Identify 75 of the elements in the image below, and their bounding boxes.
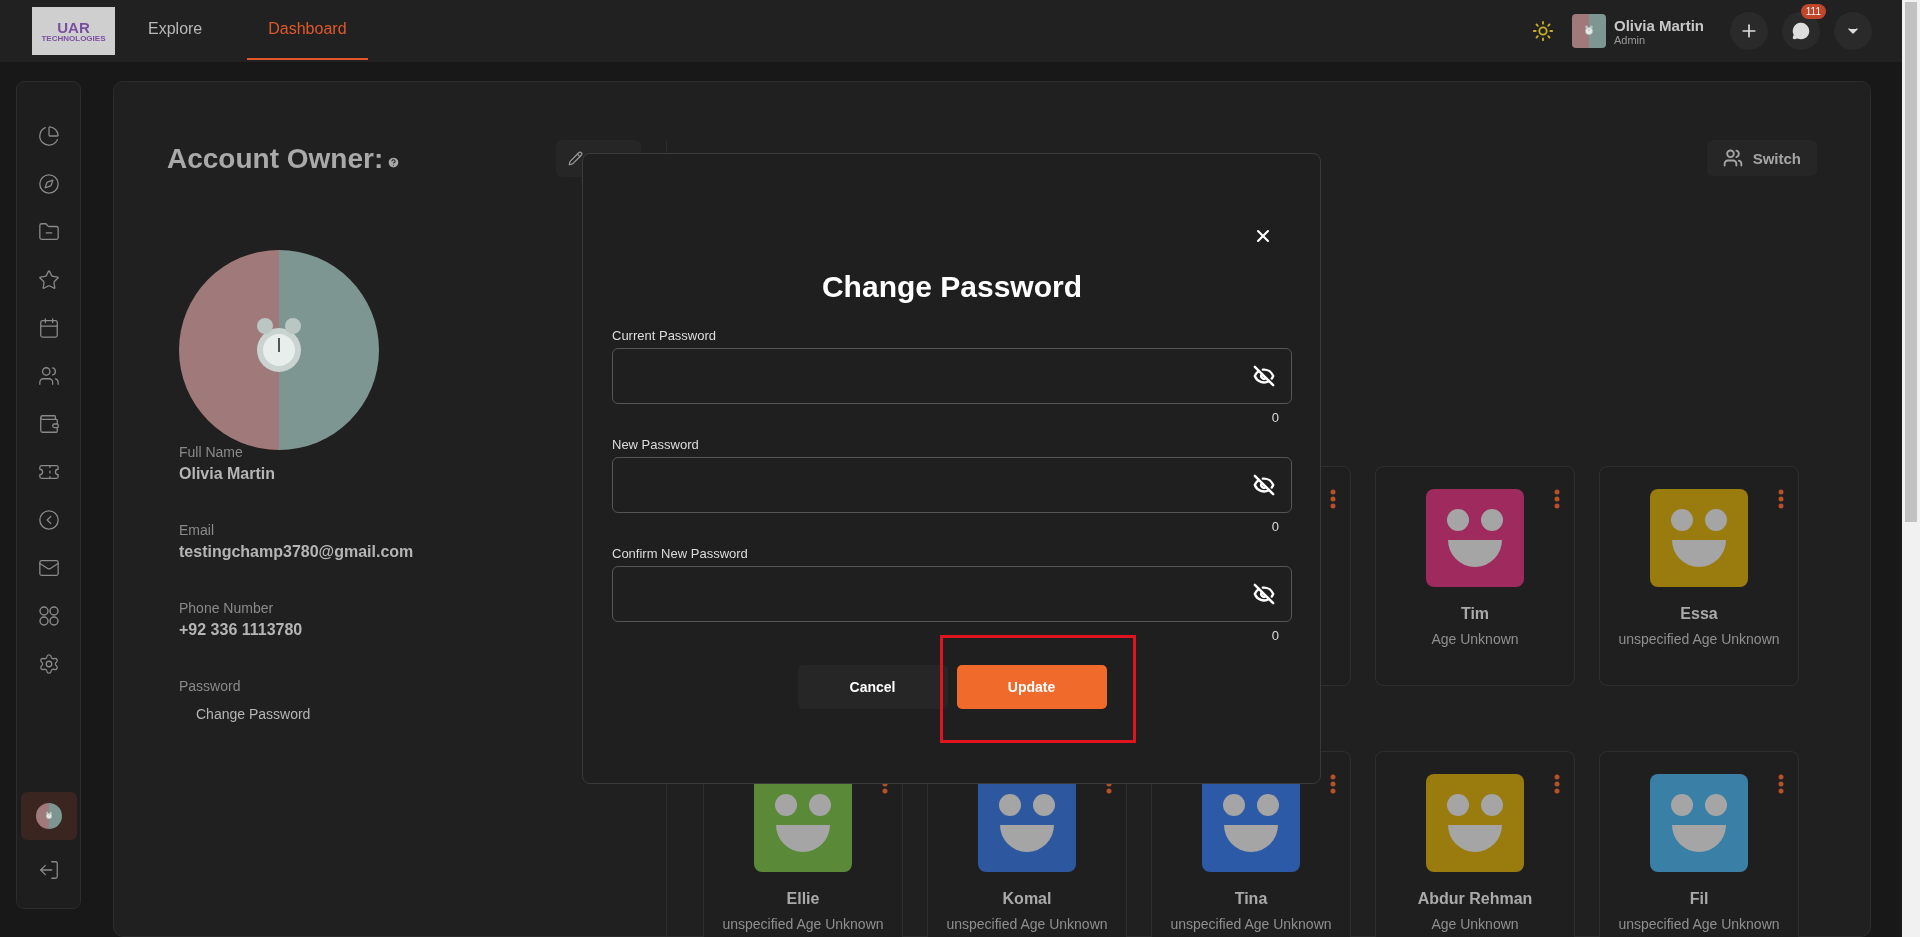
character-count: 0 bbox=[1271, 410, 1279, 425]
kebab-menu-icon[interactable] bbox=[1778, 489, 1784, 509]
profile-detail: unspecified Age Unknown bbox=[946, 916, 1108, 932]
character-count: 0 bbox=[1271, 628, 1279, 643]
user-role: Admin bbox=[1613, 33, 1647, 46]
pencil-icon bbox=[568, 151, 583, 166]
profile-detail: Age Unknown bbox=[1431, 631, 1519, 647]
wallet-icon bbox=[37, 413, 60, 435]
password-field[interactable] bbox=[612, 566, 1292, 622]
field-label: Phone Number bbox=[179, 600, 274, 616]
profile-card[interactable]: Fil unspecified Age Unknown bbox=[1599, 751, 1799, 937]
profile-card[interactable]: Tim Age Unknown bbox=[1375, 466, 1575, 686]
password-field[interactable] bbox=[612, 348, 1292, 404]
eye-off-icon[interactable] bbox=[1253, 583, 1275, 605]
profile-detail: Age Unknown bbox=[1431, 916, 1519, 932]
profile-tile[interactable] bbox=[20, 792, 77, 840]
kebab-menu-icon[interactable] bbox=[1554, 489, 1560, 509]
cancel-button[interactable]: Cancel bbox=[797, 665, 948, 709]
eye-off-icon[interactable] bbox=[1253, 474, 1275, 496]
profile-name: Komal bbox=[1002, 890, 1052, 908]
profile-name: Essa bbox=[1680, 605, 1718, 623]
kebab-menu-icon[interactable] bbox=[1778, 774, 1784, 794]
chat-icon bbox=[1792, 22, 1810, 40]
sun-icon[interactable] bbox=[1531, 20, 1554, 42]
field-label: Password bbox=[179, 678, 241, 694]
help-icon[interactable] bbox=[387, 156, 401, 169]
settings-icon bbox=[37, 653, 60, 675]
field-label: Current Password bbox=[612, 328, 718, 343]
switch-button[interactable]: Switch bbox=[1706, 140, 1817, 176]
calendar-icon bbox=[37, 317, 60, 339]
users-icon bbox=[1722, 148, 1743, 168]
profile-detail: unspecified Age Unknown bbox=[1618, 631, 1780, 647]
star-icon bbox=[37, 269, 60, 291]
users-icon bbox=[37, 365, 60, 387]
add-button[interactable] bbox=[1730, 12, 1768, 50]
kebab-menu-icon[interactable] bbox=[1330, 489, 1336, 509]
profile-card[interactable]: Essa unspecified Age Unknown bbox=[1599, 466, 1799, 686]
logo[interactable]: UAR TECHNOLOGIES bbox=[32, 7, 115, 55]
profile-name: Tina bbox=[1234, 890, 1268, 908]
field-label: Confirm New Password bbox=[612, 546, 749, 561]
dialog-title: Change Password bbox=[820, 270, 1084, 304]
user-name: Olivia Martin bbox=[1613, 16, 1704, 34]
field-value: Olivia Martin bbox=[179, 465, 276, 483]
field-label: Full Name bbox=[179, 444, 243, 460]
profile-name: Ellie bbox=[786, 890, 820, 908]
profile-detail: unspecified Age Unknown bbox=[1618, 916, 1780, 932]
kebab-menu-icon[interactable] bbox=[1330, 774, 1336, 794]
mail-icon bbox=[37, 557, 60, 579]
eye-off-icon[interactable] bbox=[1253, 365, 1275, 387]
logout-icon bbox=[37, 859, 60, 881]
field-label: Email bbox=[179, 522, 214, 538]
field-value: testingchamp3780@gmail.com bbox=[179, 543, 414, 561]
scrollbar[interactable] bbox=[1902, 0, 1920, 937]
compass-icon bbox=[37, 173, 60, 195]
profile-detail: unspecified Age Unknown bbox=[722, 916, 884, 932]
notification-badge: 111 bbox=[1800, 4, 1826, 19]
account-title: Account Owner: bbox=[167, 142, 384, 175]
password-field[interactable] bbox=[612, 457, 1292, 513]
field-value: +92 336 1113780 bbox=[179, 621, 303, 639]
folder-icon bbox=[37, 221, 60, 243]
profile-name: Tim bbox=[1460, 605, 1490, 623]
profile-name: Abdur Rehman bbox=[1417, 890, 1533, 908]
profile-card[interactable]: Abdur Rehman Age Unknown bbox=[1375, 751, 1575, 937]
grid-icon bbox=[37, 605, 60, 627]
pie-chart-icon bbox=[37, 125, 60, 147]
character-count: 0 bbox=[1271, 519, 1279, 534]
nav-tab[interactable]: Explore bbox=[127, 0, 224, 60]
nav-tab[interactable]: Dashboard bbox=[247, 0, 368, 60]
profile-detail: unspecified Age Unknown bbox=[1170, 916, 1332, 932]
dropdown-button[interactable] bbox=[1834, 12, 1872, 50]
kebab-menu-icon[interactable] bbox=[1554, 774, 1560, 794]
change-password-link[interactable]: Change Password bbox=[196, 706, 311, 722]
chevron-left-icon bbox=[37, 509, 60, 531]
profile-name: Fil bbox=[1689, 890, 1709, 908]
field-label: New Password bbox=[612, 437, 700, 452]
